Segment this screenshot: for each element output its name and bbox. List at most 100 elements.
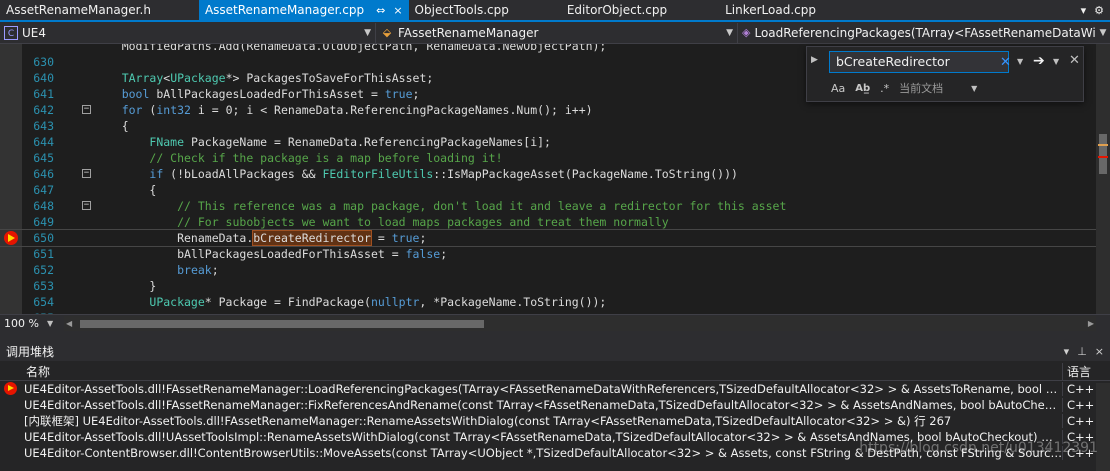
panel-header: 调用堆栈 ▾ ⊥ ×: [0, 341, 1110, 361]
tab-asset-rename-manager-h[interactable]: AssetRenameManager.h: [0, 0, 157, 20]
code-line[interactable]: 643 {: [0, 118, 1096, 134]
tab-linker-load-cpp[interactable]: LinkerLoad.cpp: [719, 0, 822, 20]
pin-icon[interactable]: ⊥: [1077, 345, 1087, 358]
line-number: 647: [33, 183, 54, 197]
line-number: 640: [33, 71, 54, 85]
line-number: 653: [33, 279, 54, 293]
code-text: RenameData.bCreateRedirector = true;: [94, 230, 427, 246]
project-dropdown[interactable]: C UE4 ▼: [0, 22, 376, 43]
pin-icon[interactable]: ⇔: [376, 4, 385, 17]
panel-splitter[interactable]: [0, 331, 1110, 341]
clear-search-icon[interactable]: ✕: [1000, 55, 1011, 70]
scroll-left-icon[interactable]: ◀: [66, 319, 72, 328]
row-icon-cell: [0, 429, 22, 445]
code-line[interactable]: 654 UPackage* Package = FindPackage(null…: [0, 294, 1096, 310]
close-icon[interactable]: ✕: [1069, 53, 1080, 68]
method-icon: ◈: [742, 25, 751, 39]
code-text: {: [94, 119, 129, 133]
line-number: 651: [33, 247, 54, 261]
line-number: 630: [33, 55, 54, 69]
code-line[interactable]: 649 // For subobjects we want to load ma…: [0, 214, 1096, 230]
column-header-name[interactable]: 名称: [22, 363, 1062, 380]
chevron-down-icon[interactable]: ▼: [1053, 57, 1059, 66]
code-text: }: [94, 279, 157, 293]
tab-label: LinkerLoad.cpp: [725, 3, 816, 17]
frame-name: UE4Editor-AssetTools.dll!FAssetRenameMan…: [24, 382, 1062, 396]
line-number: 644: [33, 135, 54, 149]
table-header: 名称 语言: [0, 363, 1110, 381]
line-number: 646: [33, 167, 54, 181]
search-scope[interactable]: 当前文档: [899, 80, 943, 96]
code-line[interactable]: 651 bAllPackagesLoadedForThisAsset = fal…: [0, 246, 1096, 262]
member-dropdown[interactable]: ◈ LoadReferencingPackages(TArray<FAssetR…: [738, 23, 1096, 43]
chevron-down-icon[interactable]: ▼: [1096, 28, 1110, 38]
code-text: break;: [177, 263, 219, 277]
table-row[interactable]: UE4Editor-AssetTools.dll!FAssetRenameMan…: [0, 381, 1110, 397]
code-line[interactable]: 646 − if (!bLoadAllPackages && FEditorFil…: [0, 166, 1096, 182]
tab-asset-rename-manager-cpp[interactable]: AssetRenameManager.cpp ⇔ ×: [198, 0, 409, 20]
editor-vertical-scrollbar[interactable]: [1096, 44, 1110, 314]
zoom-dropdown[interactable]: 100 % ▼: [0, 317, 64, 330]
frame-name: UE4Editor-AssetTools.dll!FAssetRenameMan…: [24, 398, 1062, 412]
chevron-down-icon[interactable]: ▼: [358, 28, 371, 38]
line-number: 652: [33, 263, 54, 277]
code-line[interactable]: 648 − // This reference was a map package…: [0, 198, 1096, 214]
chevron-down-icon[interactable]: ▼: [720, 28, 733, 38]
code-line[interactable]: 650 RenameData.bCreateRedirector = true;: [0, 229, 1097, 247]
panel-vertical-scrollbar[interactable]: [1096, 383, 1110, 471]
document-tab-bar: AssetRenameManager.h AssetRenameManager.…: [0, 0, 1110, 22]
watermark: https://blog.csdn.net/u013412391: [859, 440, 1098, 456]
code-line[interactable]: 652 break;: [0, 262, 1096, 278]
class-icon: ⬙: [382, 25, 392, 39]
code-text: if (!bLoadAllPackages && FEditorFileUtil…: [149, 167, 738, 181]
close-icon[interactable]: ×: [393, 4, 402, 17]
scrollbar-thumb[interactable]: [1099, 134, 1107, 174]
tab-label: EditorObject.cpp: [566, 3, 668, 17]
code-text: ModifiedPaths.Add(RenameData.OldObjectPa…: [94, 44, 607, 53]
code-text: bool bAllPackagesLoadedForThisAsset = tr…: [121, 87, 420, 101]
chevron-down-icon[interactable]: ▼: [971, 84, 977, 93]
scroll-right-icon[interactable]: ▶: [1088, 319, 1094, 328]
tab-object-tools-cpp[interactable]: ObjectTools.cpp: [409, 0, 515, 20]
collapse-icon[interactable]: −: [82, 201, 91, 210]
code-text: UPackage* Package = FindPackage(nullptr,…: [149, 295, 607, 309]
code-line[interactable]: 645 // Check if the package is a map bef…: [0, 150, 1096, 166]
gear-icon[interactable]: ⚙: [1094, 4, 1104, 17]
chevron-right-icon[interactable]: ▶: [811, 55, 818, 65]
close-icon[interactable]: ×: [1095, 345, 1104, 358]
editor-horizontal-scrollbar[interactable]: ◀ ▶: [64, 315, 1096, 331]
scope-dropdown[interactable]: ⬙ FAssetRenameManager ▼: [376, 22, 738, 43]
table-row[interactable]: [内联框架] UE4Editor-AssetTools.dll!FAssetRe…: [0, 413, 1110, 429]
chevron-down-icon[interactable]: ▼: [47, 319, 53, 328]
code-line[interactable]: 653 }: [0, 278, 1096, 294]
code-line[interactable]: 642 − for (int32 i = 0; i < RenameData.Re…: [0, 102, 1096, 118]
code-line[interactable]: 644 FName PackageName = RenameData.Refer…: [0, 134, 1096, 150]
code-line[interactable]: 647 {: [0, 182, 1096, 198]
find-input[interactable]: bCreateRedirector: [829, 51, 1009, 73]
zoom-level: 100 %: [4, 316, 39, 330]
editor-status-bar: 100 % ▼ ◀ ▶: [0, 314, 1110, 331]
chevron-down-icon[interactable]: ▾: [1064, 345, 1070, 358]
find-next-icon[interactable]: ➔: [1033, 53, 1045, 69]
collapse-icon[interactable]: −: [82, 105, 91, 114]
line-number: 645: [33, 151, 54, 165]
tab-editor-object-cpp[interactable]: EditorObject.cpp: [561, 0, 673, 20]
code-text: {: [94, 183, 157, 197]
table-row[interactable]: UE4Editor-AssetTools.dll!FAssetRenameMan…: [0, 397, 1110, 413]
scrollbar-thumb[interactable]: [80, 319, 484, 328]
navigation-bar: C UE4 ▼ ⬙ FAssetRenameManager ▼ ◈ LoadRe…: [0, 22, 1110, 44]
whole-word-toggle[interactable]: Ab̲: [855, 83, 870, 94]
regex-toggle[interactable]: .*: [880, 82, 889, 95]
frame-name: [内联框架] UE4Editor-AssetTools.dll!FAssetRe…: [24, 414, 952, 428]
match-case-toggle[interactable]: Aa: [831, 82, 845, 95]
project-name: UE4: [22, 25, 46, 40]
chevron-down-icon[interactable]: ▼: [1017, 57, 1023, 66]
scrollbar-match-mark: [1098, 144, 1108, 146]
code-text: // Check if the package is a map before …: [149, 151, 503, 165]
collapse-icon[interactable]: −: [82, 169, 91, 178]
column-header-language[interactable]: 语言: [1062, 363, 1110, 380]
chevron-down-icon[interactable]: ▾: [1081, 4, 1087, 17]
tab-label: AssetRenameManager.h: [6, 3, 151, 17]
breakpoint-current-statement-icon[interactable]: [4, 231, 18, 245]
line-number: 642: [33, 103, 54, 117]
